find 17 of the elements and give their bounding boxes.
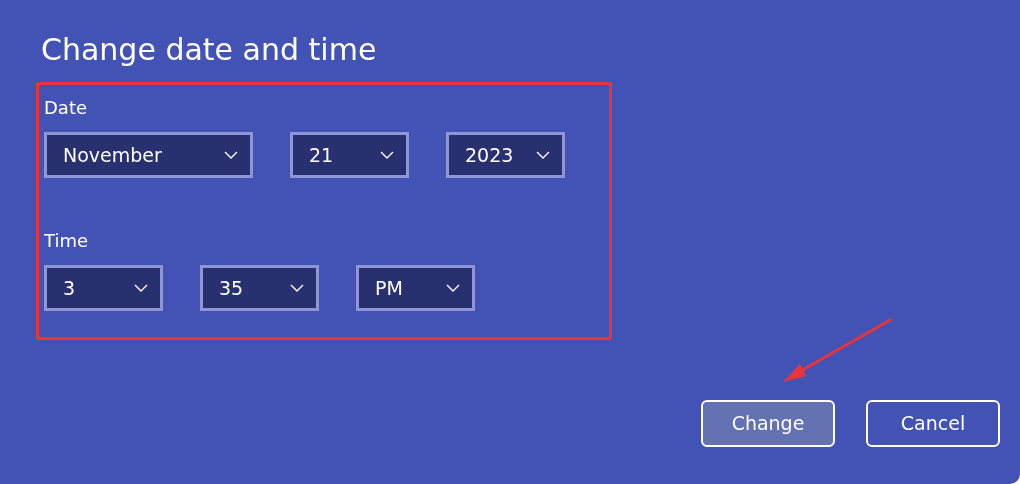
dropdown[interactable]: PM [356, 265, 475, 311]
dropdown[interactable]: 3 [44, 265, 163, 311]
secondary-button[interactable]: Cancel [866, 400, 1000, 447]
dropdown[interactable]: 2023 [446, 132, 565, 178]
dropdown[interactable]: November [44, 132, 253, 178]
chevron-down-icon [536, 151, 550, 159]
chevron-down-icon [446, 284, 460, 292]
dialog-title: Change date and time [41, 31, 378, 69]
primary-button[interactable]: Change [701, 400, 835, 447]
chevron-down-icon [134, 284, 148, 292]
field-label: Time [44, 230, 90, 252]
dropdown[interactable]: 35 [200, 265, 319, 311]
chevron-down-icon [224, 151, 238, 159]
field-label: Date [44, 97, 89, 119]
dropdown[interactable]: 21 [290, 132, 409, 178]
chevron-down-icon [380, 151, 394, 159]
chevron-down-icon [290, 284, 304, 292]
